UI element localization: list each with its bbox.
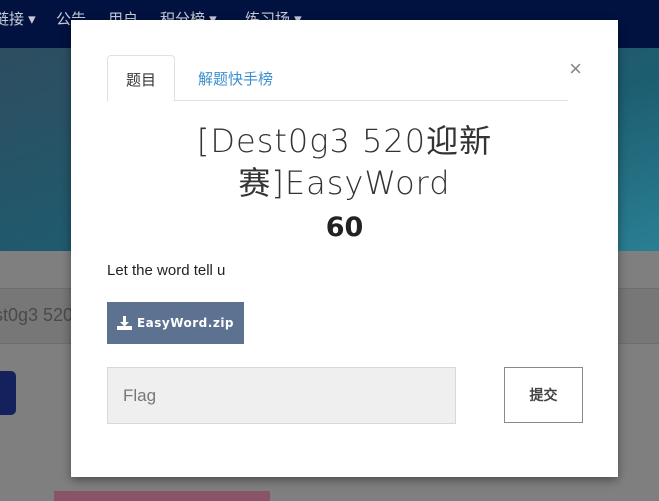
submit-button[interactable]: 提交 <box>504 367 583 423</box>
nav-item-links[interactable]: 链接 ▾ <box>0 8 36 29</box>
tab-solves[interactable]: 解题快手榜 <box>180 55 291 101</box>
breadcrumb-text: st0g3 520 <box>0 305 74 325</box>
background-button <box>0 371 16 415</box>
download-icon <box>116 316 132 330</box>
tab-challenge[interactable]: 题目 <box>107 55 176 102</box>
challenge-title: [Dest0g3 520迎新赛]EasyWord <box>196 122 493 202</box>
download-label: EasyWord.zip <box>136 316 235 330</box>
download-button[interactable]: EasyWord.zip <box>107 302 244 344</box>
challenge-description: Let the word tell u <box>107 262 226 279</box>
background-bar <box>54 491 270 501</box>
flag-input[interactable] <box>107 367 456 424</box>
close-icon[interactable]: × <box>569 56 582 82</box>
modal-tabs: 题目 解题快手榜 <box>107 55 568 102</box>
challenge-value: 60 <box>325 212 364 243</box>
challenge-modal: 题目 解题快手榜 × [Dest0g3 520迎新赛]EasyWord 60 L… <box>71 20 618 477</box>
